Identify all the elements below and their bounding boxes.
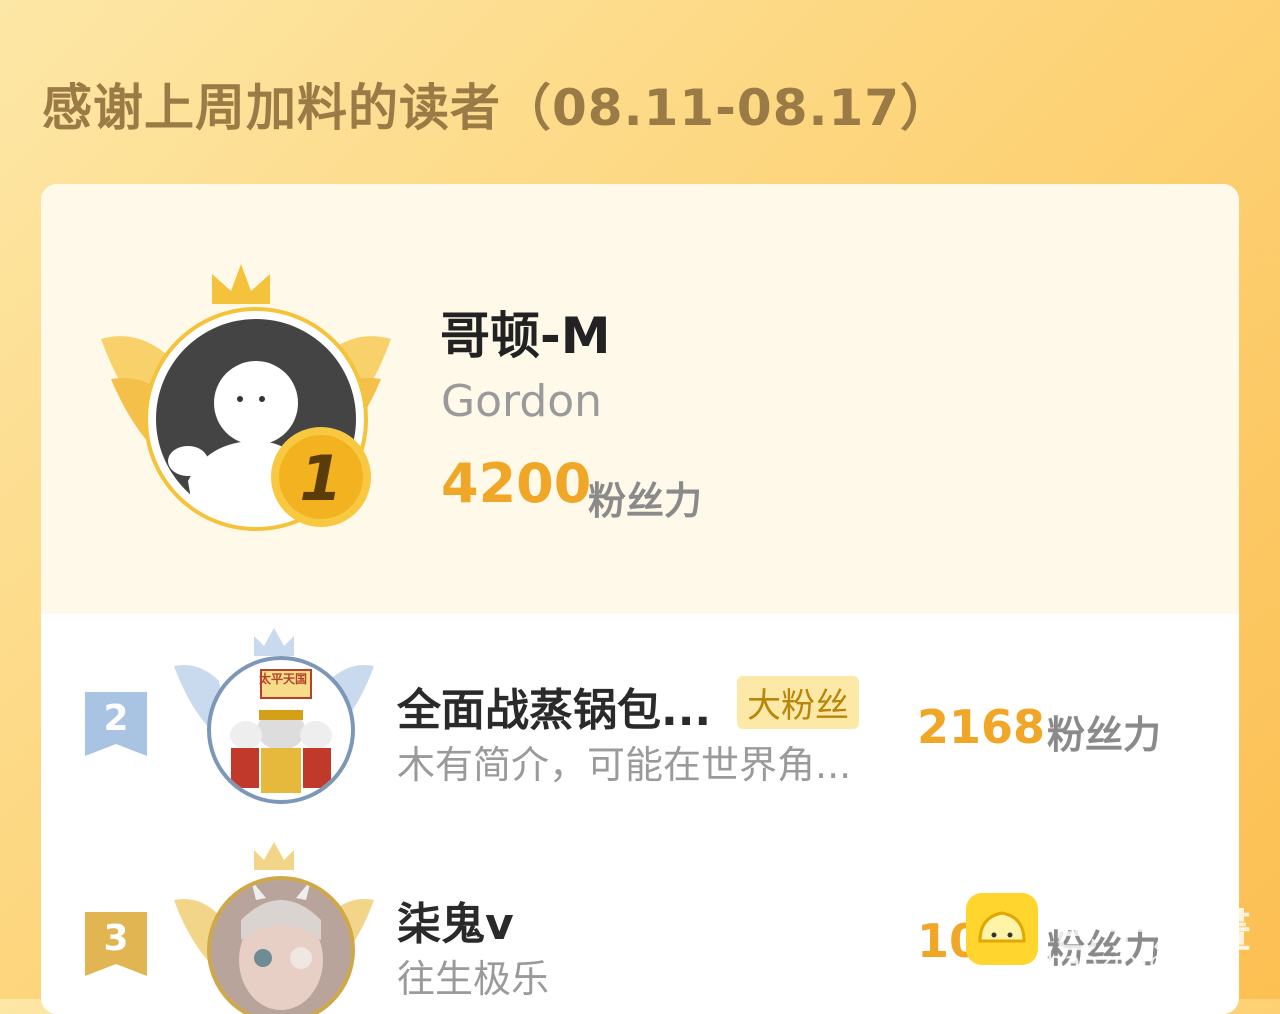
rank1-subtitle: Gordon: [441, 376, 603, 427]
page-title: 感谢上周加料的读者（08.11-08.17）: [42, 79, 952, 137]
rank3-badge-icon: 3: [85, 912, 147, 976]
baozi-logo-icon: [966, 893, 1038, 965]
rank2-description: 木有简介，可能在世界角...: [397, 743, 852, 787]
rank2-name: 全面战蒸锅包...: [397, 685, 712, 736]
rank1-unit: 粉丝力: [588, 479, 703, 523]
rank2-unit: 粉丝力: [1047, 713, 1162, 757]
watermark-url: baozimh.com: [1046, 945, 1235, 978]
rank3-name: 柒鬼v: [397, 899, 514, 950]
rank1-name: 哥顿-M: [440, 307, 611, 365]
rank1-score: 4200: [441, 452, 592, 515]
rank2-score: 2168: [917, 700, 1046, 754]
rank1-medal-number: 1: [299, 442, 343, 515]
list-item[interactable]: 2 太平天国 全面战蒸锅包... 大粉丝 木有简介，可能在世界角... 2168…: [41, 624, 1239, 804]
rank3-description: 往生极乐: [397, 957, 550, 1001]
rank3-avatar[interactable]: [207, 876, 355, 1014]
top-reader-section[interactable]: 1 哥顿-M Gordon 4200 粉丝力: [41, 184, 1239, 614]
big-fan-badge: 大粉丝: [737, 676, 859, 729]
rank2-avatar-banner: 太平天国: [259, 672, 308, 686]
rank2-badge-icon: 2: [85, 692, 147, 756]
demon-girl-avatar-icon: [211, 880, 351, 1014]
